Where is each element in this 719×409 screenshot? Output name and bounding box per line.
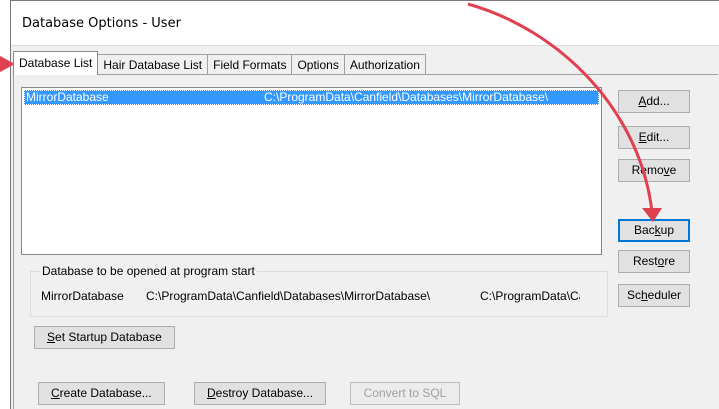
- add-button-label-post: dd...: [646, 94, 670, 108]
- scheduler-button-label-post: eduler: [647, 288, 682, 302]
- tab-hair-database-list[interactable]: Hair Database List: [97, 54, 209, 75]
- set-startup-label-post: et Startup Database: [55, 330, 162, 344]
- database-listbox[interactable]: MirrorDatabase C:\ProgramData\Canfield\D…: [21, 87, 602, 255]
- convert-to-sql-button[interactable]: Convert to SQL: [350, 382, 460, 405]
- tab-options[interactable]: Options: [291, 54, 345, 75]
- tab-database-list[interactable]: Database List: [13, 51, 99, 75]
- restore-button-label-pre: Rest: [632, 254, 658, 268]
- backup-button[interactable]: Backup: [618, 219, 690, 242]
- destroy-accel: D: [207, 386, 216, 400]
- window-title: Database Options - User: [22, 16, 181, 31]
- startup-database-name: MirrorDatabase: [41, 289, 124, 303]
- create-database-button[interactable]: Create Database...: [38, 382, 165, 405]
- edit-button[interactable]: Edit...: [618, 126, 690, 149]
- remove-button[interactable]: Remove: [618, 159, 690, 182]
- create-label-post: reate Database...: [59, 386, 152, 400]
- backup-button-label-pre: Bac: [633, 223, 655, 237]
- scheduler-button-label-pre: Sc: [626, 288, 641, 302]
- restore-button[interactable]: Restore: [618, 250, 690, 273]
- scheduler-button[interactable]: Scheduler: [618, 284, 690, 307]
- list-item[interactable]: MirrorDatabase C:\ProgramData\Canfield\D…: [24, 90, 599, 105]
- scheduler-button-accel: h: [640, 288, 648, 302]
- tab-field-formats[interactable]: Field Formats: [207, 54, 293, 75]
- remove-button-label-pre: Remo: [631, 163, 664, 177]
- add-button[interactable]: Add...: [618, 90, 690, 113]
- set-startup-accel: S: [47, 330, 56, 344]
- database-name-cell: MirrorDatabase: [26, 90, 109, 104]
- edit-button-accel: E: [638, 130, 647, 144]
- tab-strip: Database List Hair Database List Field F…: [13, 51, 426, 75]
- backup-button-label-post: up: [660, 223, 675, 237]
- title-bar: Database Options - User: [11, 1, 719, 46]
- database-path-cell: C:\ProgramData\Canfield\Databases\Mirror…: [264, 90, 549, 104]
- tab-authorization[interactable]: Authorization: [343, 54, 426, 75]
- create-accel: C: [51, 386, 60, 400]
- restore-button-label-post: re: [664, 254, 676, 268]
- startup-group-label: Database to be opened at program start: [40, 264, 257, 278]
- destroy-database-button[interactable]: Destroy Database...: [194, 382, 327, 405]
- edit-button-label-post: dit...: [646, 130, 670, 144]
- startup-database-path: C:\ProgramData\Canfield\Databases\Mirror…: [146, 289, 431, 303]
- destroy-label-post: estroy Database...: [215, 386, 314, 400]
- remove-button-label-post: e: [669, 163, 677, 177]
- startup-database-path-2: C:\ProgramData\Canfie: [480, 289, 580, 303]
- set-startup-database-button[interactable]: Set Startup Database: [34, 326, 175, 349]
